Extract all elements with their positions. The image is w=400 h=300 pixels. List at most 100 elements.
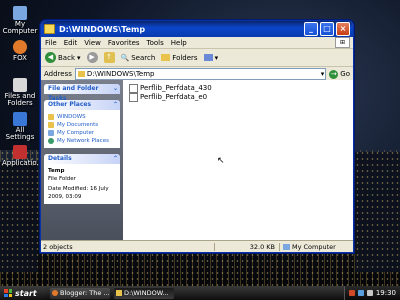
start-button[interactable]: start [0,286,46,300]
folder-icon [44,24,55,34]
windows-logo-icon [4,289,12,297]
chevron-down-icon: ▾ [77,53,81,62]
minimize-button[interactable]: _ [304,22,318,36]
file-folder-tasks-panel: File and Folder Tasks ⌄ [44,84,120,102]
panel-header[interactable]: File and Folder Tasks ⌄ [44,84,120,102]
desktop-icon-applications[interactable]: Applicatio... [2,145,43,167]
folder-icon [48,114,54,120]
window-title: D:\WINDOWS\Temp [59,24,146,34]
place-my-documents[interactable]: My Documents [48,121,116,129]
go-arrow-icon: → [329,69,339,79]
place-label: My Documents [57,122,99,128]
clock[interactable]: 19:30 [376,289,396,297]
list-item[interactable]: Perflib_Perfdata_430 [129,84,347,93]
start-label: start [15,288,37,298]
desktop-icon-fox[interactable]: FOX [2,40,38,62]
search-label: Search [131,53,156,62]
folders-label: Folders [172,53,198,62]
address-label: Address [44,70,72,78]
taskbar-item-label: D:\WINDOW... [124,289,169,297]
menu-edit[interactable]: Edit [64,39,78,47]
file-name: Perflib_Perfdata_430 [140,84,212,92]
status-object-count: 2 objects [43,242,73,251]
panel-title: File and Folder Tasks [48,85,99,102]
status-bar: 2 objects 32.0 KB My Computer [41,240,353,252]
tray-icon[interactable] [348,290,355,296]
volume-icon[interactable] [366,290,373,296]
folder-icon [116,290,122,296]
place-windows[interactable]: WINDOWS [48,113,116,121]
place-my-computer[interactable]: My Computer [48,129,116,137]
menu-favorites[interactable]: Favorites [108,39,140,47]
taskbar: start Blogger: The ... D:\WINDOW... 19:3… [0,286,400,300]
desktop-icon-label: Applicatio... [2,159,44,167]
taskbar-item-explorer[interactable]: D:\WINDOW... [114,287,174,299]
status-location: My Computer [279,242,353,251]
place-label: My Computer [57,130,95,136]
computer-icon [283,243,290,250]
menu-tools[interactable]: Tools [147,39,164,47]
desktop-icon-label: My Computer [2,20,38,35]
status-location-label: My Computer [292,242,336,251]
place-label: WINDOWS [57,114,86,120]
desktop-icon-all-settings[interactable]: All Settings [2,112,38,141]
toolbar: ◀ Back ▾ ▶ ↑ 🔍 Search Folders ▾ [41,49,353,67]
back-arrow-icon: ◀ [45,52,56,63]
chevron-up-icon: ⌃ [112,101,118,108]
system-tray: 19:30 [343,286,400,300]
search-button[interactable]: 🔍 Search [121,54,156,62]
firefox-icon [52,290,58,296]
back-label: Back [58,53,75,62]
panel-header[interactable]: Other Places ⌃ [44,100,120,110]
folder-icon [13,78,27,92]
other-places-panel: Other Places ⌃ WINDOWS My Documents My C… [44,100,120,148]
mouse-cursor-icon: ↖ [217,156,225,166]
desktop-icon-files-and-folders[interactable]: Files and Folders [2,78,38,107]
details-type: File Folder [48,176,76,182]
chevron-down-icon: ⌄ [112,85,118,92]
documents-icon [48,122,54,128]
views-button[interactable]: ▾ [203,54,218,62]
up-folder-button[interactable]: ↑ [103,52,115,63]
taskbar-item-label: Blogger: The ... [60,289,110,297]
place-label: My Network Places [57,138,109,144]
place-my-network-places[interactable]: My Network Places [48,137,116,145]
menu-bar: File Edit View Favorites Tools Help ⊞ [41,37,353,49]
window-body: File and Folder Tasks ⌄ Other Places ⌃ W… [41,80,353,241]
chevron-up-icon: ⌃ [112,155,118,162]
folders-button[interactable]: Folders [161,53,198,62]
network-icon[interactable] [357,290,364,296]
menu-help[interactable]: Help [171,39,187,47]
menu-view[interactable]: View [84,39,101,47]
go-label: Go [340,70,350,78]
details-name: Temp [48,168,65,174]
details-modified: Date Modified: 16 July 2009, 03:09 [48,186,109,200]
go-button[interactable]: → Go [329,69,350,79]
folder-icon [77,71,85,77]
panel-title: Other Places [48,101,92,108]
maximize-button[interactable]: □ [320,22,334,36]
network-icon [48,138,54,144]
desktop-icon-label: Files and Folders [4,92,36,107]
list-item[interactable]: Perflib_Perfdata_e0 [129,93,347,102]
views-icon [203,54,213,61]
taskbar-item-blogger[interactable]: Blogger: The ... [50,287,110,299]
forward-button[interactable]: ▶ [86,52,98,63]
address-input[interactable]: D:\WINDOWS\Temp ▾ [74,68,327,80]
panel-title: Details [48,155,72,162]
details-panel: Details ⌃ Temp File Folder Date Modified… [44,154,120,204]
task-pane: File and Folder Tasks ⌄ Other Places ⌃ W… [41,80,123,241]
chevron-down-icon[interactable]: ▾ [321,70,325,78]
desktop-icon-my-computer[interactable]: My Computer [2,6,38,35]
explorer-window: D:\WINDOWS\Temp _ □ × File Edit View Fav… [40,20,354,253]
title-bar[interactable]: D:\WINDOWS\Temp _ □ × [41,21,353,37]
computer-icon [48,130,54,136]
panel-header[interactable]: Details ⌃ [44,154,120,164]
file-icon [129,84,138,93]
menu-file[interactable]: File [45,39,57,47]
settings-icon [13,112,27,126]
file-name: Perflib_Perfdata_e0 [140,93,208,101]
back-button[interactable]: ◀ Back ▾ [45,52,81,63]
close-button[interactable]: × [336,22,350,36]
windows-logo-icon: ⊞ [335,37,350,48]
